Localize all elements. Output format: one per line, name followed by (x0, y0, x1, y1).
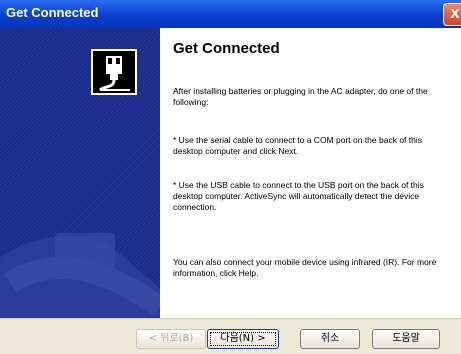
window-title: Get Connected (6, 5, 99, 20)
intro-text: After installing batteries or plugging i… (173, 86, 428, 107)
cancel-button[interactable]: 취소 (300, 329, 360, 349)
wizard-side-panel (0, 28, 160, 318)
next-button[interactable]: 다음(N) > (207, 329, 279, 349)
title-bar: Get Connected X (0, 0, 461, 28)
button-bar: < 뒤로(B) 다음(N) > 취소 도움말 (0, 318, 461, 354)
infrared-note: You can also connect your mobile device … (173, 257, 437, 278)
plug-connection-icon (91, 49, 137, 95)
usb-instruction: * Use the USB cable to connect to the US… (173, 180, 424, 212)
back-button[interactable]: < 뒤로(B) (136, 329, 206, 349)
wizard-content: Get Connected After installing batteries… (160, 28, 461, 318)
serial-instruction: * Use the serial cable to connect to a C… (173, 135, 422, 156)
close-button[interactable]: X (443, 3, 461, 26)
help-button[interactable]: 도움말 (372, 329, 440, 349)
page-title: Get Connected (173, 40, 280, 57)
plug-illustration (0, 49, 160, 318)
